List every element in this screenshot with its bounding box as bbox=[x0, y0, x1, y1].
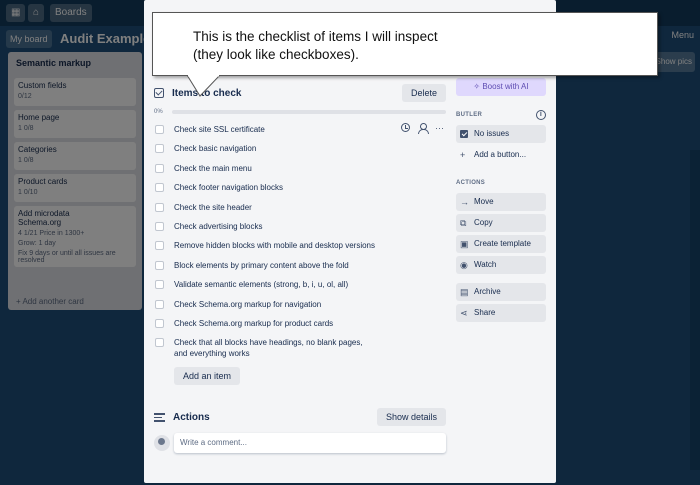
checklist-checkbox[interactable] bbox=[155, 338, 164, 348]
boost-ai-label: Boost with AI bbox=[482, 82, 529, 91]
progress-bar bbox=[172, 110, 446, 114]
comment-row: Write a comment... bbox=[154, 433, 446, 454]
checklist-item[interactable]: Block elements by primary content above … bbox=[154, 259, 446, 278]
card-sidebar: ✧ Boost with AI BUTLER i No issues + Add a… bbox=[456, 78, 546, 322]
checklist-section: Items to check Delete 0% Check site SSL … bbox=[154, 82, 446, 454]
checklist-item-text[interactable]: Check footer navigation blocks bbox=[174, 182, 283, 193]
callout-line: (they look like checkboxes). bbox=[193, 47, 359, 62]
checklist-item-text[interactable]: Check advertising blocks bbox=[174, 221, 262, 232]
callout-line: This is the checklist of items I will in… bbox=[193, 29, 438, 44]
template-label: Create template bbox=[474, 239, 531, 248]
checklist-item-text[interactable]: Block elements by primary content above … bbox=[174, 260, 349, 271]
archive-icon: ▤ bbox=[460, 287, 469, 297]
checklist-item-text[interactable]: Check Schema.org markup for navigation bbox=[174, 299, 321, 310]
boost-ai-button[interactable]: ✧ Boost with AI bbox=[456, 78, 546, 96]
more-options-icon[interactable]: ··· bbox=[435, 123, 444, 133]
checklist-checkbox[interactable] bbox=[155, 202, 164, 212]
checklist-checkbox[interactable] bbox=[155, 260, 164, 270]
archive-button[interactable]: ▤ Archive bbox=[456, 283, 546, 301]
checklist-item[interactable]: Check footer navigation blocks bbox=[154, 181, 446, 200]
checklist-checkbox[interactable] bbox=[155, 280, 164, 290]
checklist-item-text[interactable]: Check basic navigation bbox=[174, 143, 256, 154]
sparkle-icon: ✧ bbox=[473, 82, 483, 91]
checklist-item[interactable]: Remove hidden blocks with mobile and des… bbox=[154, 239, 446, 258]
checklist-item-text[interactable]: Check site SSL certificate bbox=[174, 124, 265, 135]
activity-title: Actions bbox=[173, 411, 210, 423]
copy-button[interactable]: ⧉ Copy bbox=[456, 214, 546, 232]
move-label: Move bbox=[474, 197, 494, 206]
annotation-callout: This is the checklist of items I will in… bbox=[152, 12, 658, 76]
plus-icon: + bbox=[460, 150, 466, 160]
delete-checklist-button[interactable]: Delete bbox=[401, 84, 446, 102]
share-button[interactable]: ⋖ Share bbox=[456, 304, 546, 322]
add-button-link[interactable]: + Add a button... bbox=[456, 146, 546, 164]
checklist-item[interactable]: Check basic navigation bbox=[154, 142, 446, 161]
checklist-checkbox[interactable] bbox=[155, 299, 164, 309]
activity-header: Actions Show details bbox=[154, 407, 446, 427]
checklist-item-text[interactable]: Check the main menu bbox=[174, 163, 252, 174]
checklist-item[interactable]: Check Schema.org markup for navigation bbox=[154, 298, 446, 317]
checklist-checkbox[interactable] bbox=[155, 183, 164, 193]
copy-icon: ⧉ bbox=[460, 218, 467, 228]
actions-heading: ACTIONS bbox=[456, 180, 486, 186]
comment-input[interactable]: Write a comment... bbox=[174, 433, 446, 454]
checklist-item[interactable]: Check the main menu bbox=[154, 162, 446, 181]
checklist-item-text[interactable]: Check that all blocks have headings, no … bbox=[174, 337, 363, 359]
checklist-checkbox[interactable] bbox=[155, 221, 164, 231]
checklist-checkbox[interactable] bbox=[155, 241, 164, 251]
no-issues-label: No issues bbox=[474, 129, 510, 138]
checklist-icon bbox=[154, 88, 164, 98]
clock-icon[interactable] bbox=[401, 123, 410, 132]
checklist-items: Check site SSL certificate ··· Check bas… bbox=[154, 123, 446, 359]
checklist-checkbox[interactable] bbox=[155, 318, 164, 328]
item-text-line: and everything works bbox=[174, 349, 250, 359]
callout-text: This is the checklist of items I will in… bbox=[193, 28, 438, 64]
info-icon[interactable]: i bbox=[536, 110, 546, 120]
checklist-item-text[interactable]: Check Schema.org markup for product card… bbox=[174, 318, 333, 329]
watch-button[interactable]: ◉ Watch bbox=[456, 256, 546, 274]
template-icon: ▣ bbox=[460, 239, 469, 249]
assign-member-icon[interactable] bbox=[418, 123, 429, 134]
avatar[interactable] bbox=[154, 435, 170, 452]
arrow-right-icon: → bbox=[460, 197, 469, 207]
checklist-item[interactable]: Check the site header bbox=[154, 201, 446, 220]
checklist-item[interactable]: Check that all blocks have headings, no … bbox=[154, 336, 446, 359]
butler-label: BUTLER bbox=[456, 112, 483, 118]
copy-label: Copy bbox=[474, 218, 493, 227]
checklist-item-text[interactable]: Remove hidden blocks with mobile and des… bbox=[174, 240, 375, 251]
callout-tail bbox=[186, 75, 221, 97]
create-template-button[interactable]: ▣ Create template bbox=[456, 235, 546, 253]
checklist-item-text[interactable]: Validate semantic elements (strong, b, i… bbox=[174, 279, 348, 290]
archive-label: Archive bbox=[474, 287, 501, 296]
item-text-line: Check that all blocks have headings, no … bbox=[174, 338, 363, 348]
checklist-item[interactable]: Check Schema.org markup for product card… bbox=[154, 317, 446, 336]
share-icon: ⋖ bbox=[460, 308, 468, 318]
no-issues-button[interactable]: No issues bbox=[456, 125, 546, 143]
activity-icon bbox=[154, 413, 165, 422]
eye-icon: ◉ bbox=[460, 260, 468, 270]
checklist-item[interactable]: Validate semantic elements (strong, b, i… bbox=[154, 278, 446, 297]
share-label: Share bbox=[474, 308, 496, 317]
checklist-item[interactable]: Check site SSL certificate ··· bbox=[154, 123, 446, 142]
watch-label: Watch bbox=[474, 260, 497, 269]
checkbox-icon bbox=[460, 130, 468, 138]
checklist-checkbox[interactable] bbox=[155, 163, 164, 173]
move-button[interactable]: → Move bbox=[456, 193, 546, 211]
checklist-progress: 0% bbox=[154, 105, 446, 119]
checklist-item[interactable]: Check advertising blocks bbox=[154, 220, 446, 239]
add-button-label: Add a button... bbox=[474, 150, 527, 159]
butler-heading: BUTLER i bbox=[456, 110, 546, 122]
checklist-item-text[interactable]: Check the site header bbox=[174, 202, 252, 213]
progress-percent: 0% bbox=[154, 109, 163, 115]
add-item-button[interactable]: Add an item bbox=[174, 367, 241, 386]
show-details-button[interactable]: Show details bbox=[376, 408, 446, 427]
checklist-checkbox[interactable] bbox=[155, 144, 164, 154]
item-tools: ··· bbox=[401, 123, 444, 134]
checklist-checkbox[interactable] bbox=[155, 125, 164, 134]
